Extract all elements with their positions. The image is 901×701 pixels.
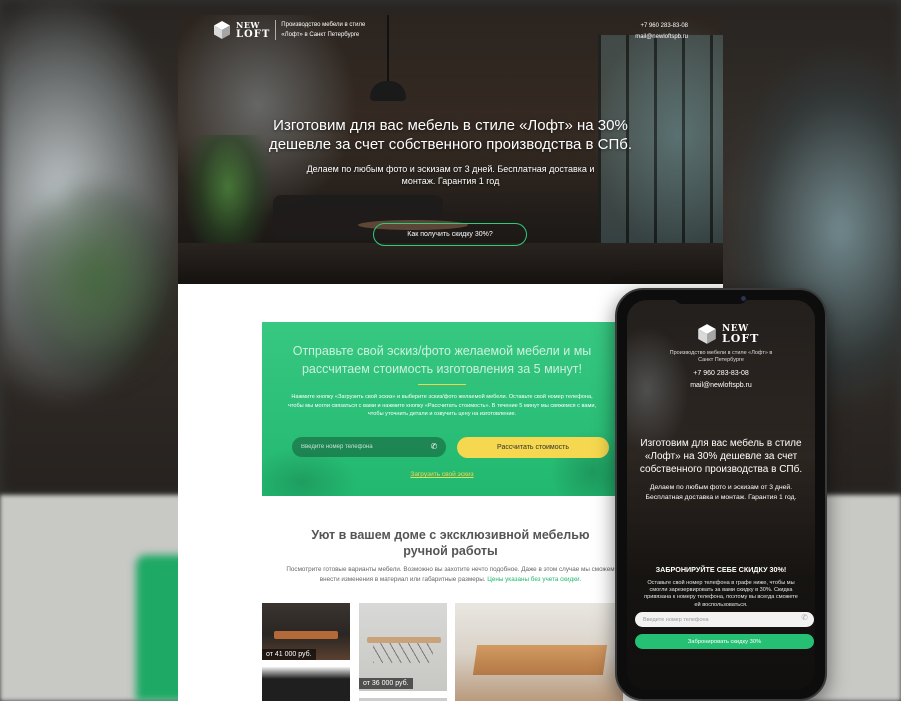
calculate-price-button[interactable]: Рассчитать стоимость: [457, 437, 609, 458]
phone-mockup: NEW LOFT Производство мебели в стиле «Ло…: [615, 288, 827, 701]
catalog-item[interactable]: [262, 667, 350, 701]
sketch-form-text: Нажмите кнопку «Загрузить свой эскиз» и …: [287, 394, 597, 417]
catalog-item[interactable]: от 36 000 руб.: [359, 603, 447, 691]
logo-cube-icon: [214, 21, 230, 39]
mobile-email[interactable]: mail@newloftspb.ru: [667, 380, 775, 392]
phone-icon: ✆: [801, 613, 808, 622]
sketch-form-section: Отправьте свой эскиз/фото желаемой мебел…: [262, 322, 622, 496]
hero-title: Изготовим для вас мебель в стиле «Лофт» …: [268, 117, 633, 153]
sketch-phone-field[interactable]: ✆: [292, 437, 446, 457]
logo-cube-icon: [698, 324, 716, 344]
hero-section: NEW LOFT Производство мебели в стиле «Ло…: [178, 15, 723, 284]
front-camera: [741, 296, 746, 301]
mobile-contacts: +7 960 283-83-08 mail@newloftspb.ru: [667, 368, 775, 392]
upload-sketch-link[interactable]: Загрузить свой эскиз: [387, 471, 497, 478]
catalog-item[interactable]: от 41 000 руб.: [262, 603, 350, 660]
reserve-discount-button[interactable]: Забронировать скидку 30%: [635, 634, 814, 649]
header-phone[interactable]: +7 960 283-83-08: [635, 21, 688, 32]
header-brand[interactable]: NEW LOFT Производство мебели в стиле «Ло…: [212, 20, 376, 40]
discount-cta-button[interactable]: Как получить скидку 30%?: [373, 223, 527, 246]
mobile-phone[interactable]: +7 960 283-83-08: [667, 368, 775, 380]
mobile-hero-title: Изготовим для вас мебель в стиле «Лофт» …: [639, 438, 803, 475]
lamp-shade: [370, 81, 406, 101]
mobile-phone-field[interactable]: ✆: [635, 612, 814, 627]
brand-divider: [275, 20, 277, 40]
mobile-landing-page: NEW LOFT Производство мебели в стиле «Ло…: [627, 300, 815, 690]
phone-notch: [674, 290, 748, 304]
logo-wordmark: NEW LOFT: [722, 324, 760, 345]
sketch-form-title: Отправьте свой эскиз/фото желаемой мебел…: [292, 344, 592, 376]
item-price: от 41 000 руб.: [262, 649, 316, 660]
logo-wordmark: NEW LOFT: [236, 20, 271, 40]
mobile-discount-text: Оставьте свой номер телефона в графе ниж…: [644, 580, 798, 608]
catalog-text: Посмотрите готовые варианты мебели. Возм…: [286, 566, 615, 583]
header-contacts: +7 960 283-83-08 mail@newloftspb.ru: [635, 21, 688, 43]
catalog-item[interactable]: [455, 603, 623, 701]
hero-subtitle: Делаем по любым фото и эскизам от 3 дней…: [306, 164, 595, 186]
lamp-cord: [387, 15, 389, 83]
hero-floor: [178, 243, 723, 284]
sketch-phone-input[interactable]: [301, 444, 421, 450]
item-price: от 36 000 руб.: [359, 678, 413, 689]
catalog-title: Уют в вашем доме с эксклюзивной мебелью …: [311, 528, 590, 558]
title-underline: [418, 384, 466, 385]
mobile-brand[interactable]: NEW LOFT: [696, 323, 759, 345]
brand-tagline: Производство мебели в стиле «Лофт» в Сан…: [281, 22, 366, 38]
header-email[interactable]: mail@newloftspb.ru: [635, 32, 688, 43]
phone-icon: ✆: [430, 442, 438, 451]
mobile-discount-title: ЗАБРОНИРУЙТЕ СЕБЕ СКИДКУ 30%!: [655, 565, 787, 574]
mobile-phone-input[interactable]: [643, 616, 783, 623]
mobile-tagline: Производство мебели в стиле «Лофт» в Сан…: [669, 350, 773, 363]
catalog-price-note: Цены указаны без учета скидки.: [487, 576, 582, 583]
mobile-hero-subtitle: Делаем по любым фото и эскизам от 3 дней…: [645, 484, 797, 501]
